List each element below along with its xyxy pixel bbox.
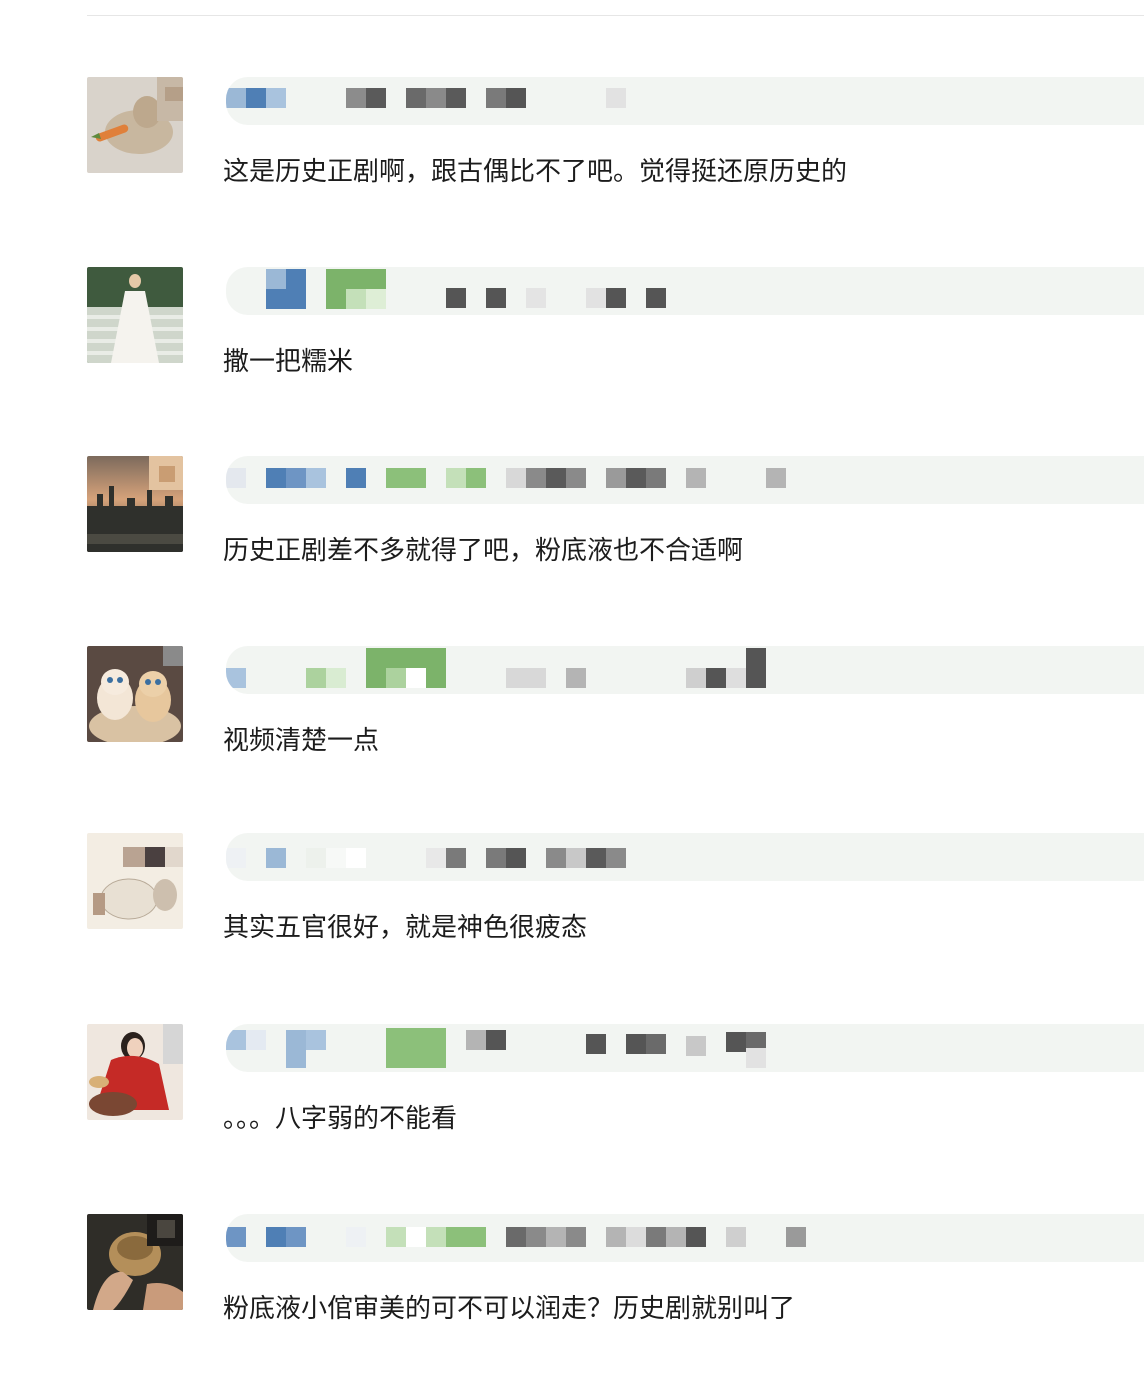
comment-item: 其实五官很好，就是神色很疲态 [0,833,1144,1003]
comment-item: 粉底液小倌审美的可不可以润走？历史剧就别叫了 [0,1214,1144,1384]
username-mosaic[interactable] [226,646,1144,694]
comment-item: 撒一把糯米 [0,267,1144,437]
username-mosaic[interactable] [226,833,1144,881]
comment-item: 视频清楚一点 [0,646,1144,816]
username-mosaic[interactable] [226,267,1144,315]
comment-text: 粉底液小倌审美的可不可以润走？历史剧就别叫了 [223,1294,796,1324]
comment-text: 历史正剧差不多就得了吧，粉底液也不合适啊 [223,536,744,566]
comment-text: 其实五官很好，就是神色很疲态 [223,913,588,943]
user-avatar[interactable] [87,77,183,173]
username-mosaic[interactable] [226,456,1144,504]
comment-list: 这是历史正剧啊，跟古偶比不了吧。觉得挺还原历史的 撒一把糯米 历史正剧差不多就得… [0,0,1144,1370]
username-mosaic[interactable] [226,1214,1144,1262]
user-avatar[interactable] [87,1214,183,1310]
comment-text: 视频清楚一点 [223,726,380,756]
user-avatar[interactable] [87,1024,183,1120]
username-mosaic[interactable] [226,77,1144,125]
username-mosaic[interactable] [226,1024,1144,1072]
user-avatar[interactable] [87,646,183,742]
comment-text: 撒一把糯米 [223,347,354,377]
user-avatar[interactable] [87,267,183,363]
comment-item: 这是历史正剧啊，跟古偶比不了吧。觉得挺还原历史的 [0,77,1144,247]
comment-item: 历史正剧差不多就得了吧，粉底液也不合适啊 [0,456,1144,626]
user-avatar[interactable] [87,833,183,929]
comment-item: 。。。八字弱的不能看 [0,1024,1144,1194]
comment-text: 这是历史正剧啊，跟古偶比不了吧。觉得挺还原历史的 [223,157,848,187]
user-avatar[interactable] [87,456,183,552]
comment-text: 。。。八字弱的不能看 [223,1104,458,1134]
